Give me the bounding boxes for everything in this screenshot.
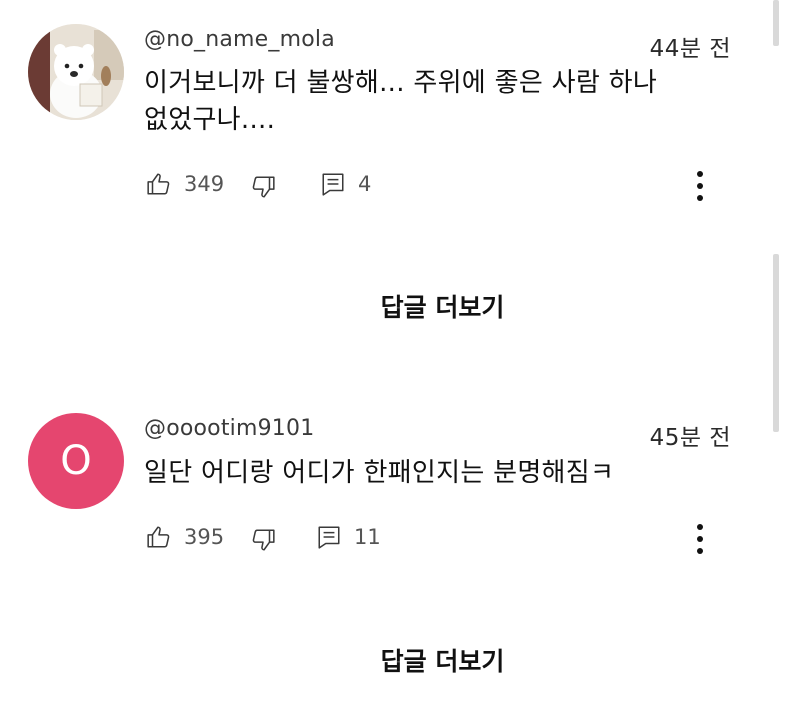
thumbs-down-icon: [252, 529, 275, 551]
more-vert-icon[interactable]: [696, 171, 704, 201]
like-button[interactable]: 349: [146, 171, 224, 197]
reply-button[interactable]: 4: [320, 171, 371, 197]
dislike-button[interactable]: [250, 174, 276, 200]
comment-text: 일단 어디랑 어디가 한패인지는 분명해짐ㅋ: [144, 458, 615, 488]
like-count: 395: [184, 525, 225, 549]
reply-count: 11: [354, 525, 381, 549]
reply-icon: [322, 173, 344, 196]
view-replies-button[interactable]: 답글 더보기: [0, 288, 791, 324]
more-vert-icon[interactable]: [696, 524, 704, 554]
reply-button[interactable]: 11: [316, 524, 381, 550]
like-count: 349: [184, 172, 225, 196]
comment-time: 44분 전: [649, 36, 731, 62]
avatar[interactable]: O: [28, 413, 124, 509]
comment-time: 45분 전: [649, 425, 731, 451]
reply-icon: [318, 526, 340, 549]
thumbs-down-icon: [252, 176, 275, 198]
comment-author[interactable]: @ooootim9101: [144, 416, 314, 441]
polar-bear-avatar-icon: [28, 24, 124, 120]
scrollbar-top[interactable]: [773, 0, 779, 46]
view-replies-button[interactable]: 답글 더보기: [0, 642, 791, 678]
scrollbar-thumb[interactable]: [773, 254, 779, 432]
thumbs-up-icon: [147, 173, 170, 195]
reply-count: 4: [358, 172, 372, 196]
comment-author[interactable]: @no_name_mola: [144, 27, 335, 52]
like-button[interactable]: 395: [146, 524, 224, 550]
thumbs-up-icon: [147, 526, 170, 548]
avatar-letter: O: [60, 438, 92, 484]
comment-text: 이거보니까 더 불쌍해... 주위에 좋은 사람 하나 없었구나....: [144, 68, 658, 135]
avatar[interactable]: [28, 24, 124, 120]
dislike-button[interactable]: [250, 527, 276, 553]
